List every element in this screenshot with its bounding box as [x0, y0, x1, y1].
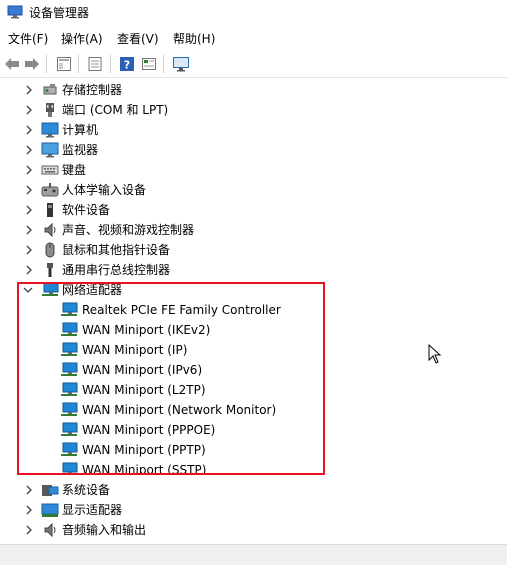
audio-icon — [44, 522, 56, 538]
tree-item-storage-controller[interactable]: 存储控制器 — [0, 80, 507, 100]
menu-file[interactable]: 文件(F) — [8, 30, 48, 47]
chevron-right-icon[interactable] — [24, 245, 34, 255]
tree-item-label: 音频输入和输出 — [62, 523, 147, 537]
tree-item-display-adapter[interactable]: 显示适配器 — [0, 500, 507, 520]
view-icon[interactable] — [86, 55, 104, 73]
window-title: 设备管理器 — [29, 6, 90, 20]
tree-item-sound[interactable]: 声音、视频和游戏控制器 — [0, 220, 507, 240]
chevron-right-icon[interactable] — [24, 185, 34, 195]
tree-item-label: 端口 (COM 和 LPT) — [62, 103, 169, 117]
tree-item-keyboard[interactable]: 键盘 — [0, 160, 507, 180]
properties-icon[interactable] — [55, 55, 73, 73]
tree-item-port[interactable]: 端口 (COM 和 LPT) — [0, 100, 507, 120]
chevron-right-icon[interactable] — [24, 485, 34, 495]
tree-item-computer[interactable]: 计算机 — [0, 120, 507, 140]
mouse-icon — [45, 242, 55, 258]
tree-item-label: 人体学输入设备 — [62, 183, 147, 197]
toolbar-separator — [163, 55, 164, 73]
chevron-right-icon[interactable] — [24, 165, 34, 175]
storage-controller-icon — [43, 84, 57, 95]
back-arrow-icon[interactable] — [3, 55, 21, 73]
help-icon[interactable]: ? — [118, 55, 136, 73]
toolbar-separator — [110, 55, 111, 73]
chevron-right-icon[interactable] — [24, 265, 34, 275]
menu-help[interactable]: 帮助(H) — [173, 30, 215, 47]
tree-item-label: 软件设备 — [62, 203, 111, 217]
monitor-icon — [41, 142, 59, 158]
menu-action[interactable]: 操作(A) — [61, 30, 103, 47]
usb-icon — [47, 263, 53, 277]
monitor-scan-icon[interactable] — [172, 55, 190, 73]
tree-item-label: 系统设备 — [62, 483, 111, 497]
chevron-right-icon[interactable] — [24, 145, 34, 155]
keyboard-icon — [41, 165, 59, 175]
port-icon — [46, 103, 54, 117]
chevron-right-icon[interactable] — [24, 205, 34, 215]
tree-item-system-device[interactable]: 系统设备 — [0, 480, 507, 500]
chevron-right-icon[interactable] — [24, 525, 34, 535]
tree-item-software-device[interactable]: 软件设备 — [0, 200, 507, 220]
tree-item-label: 声音、视频和游戏控制器 — [62, 223, 195, 237]
toolbar-separator — [46, 55, 47, 73]
chevron-right-icon[interactable] — [24, 505, 34, 515]
system-device-icon — [42, 485, 59, 496]
details-icon[interactable] — [140, 55, 158, 73]
svg-text:?: ? — [124, 59, 130, 72]
tree-item-label: 通用串行总线控制器 — [62, 263, 171, 277]
tree-item-label: 键盘 — [62, 163, 87, 177]
software-device-icon — [47, 203, 53, 217]
title-bar: 设备管理器 — [0, 0, 507, 26]
computer-icon — [41, 122, 59, 138]
status-bar — [0, 544, 507, 565]
tree-item-audio[interactable]: 音频输入和输出 — [0, 520, 507, 540]
highlight-box — [17, 282, 325, 475]
tree-item-label: 计算机 — [62, 123, 99, 137]
tree-item-usb[interactable]: 通用串行总线控制器 — [0, 260, 507, 280]
tree-item-label: 存储控制器 — [62, 83, 123, 97]
hid-icon — [41, 183, 59, 197]
forward-arrow-icon[interactable] — [23, 55, 41, 73]
tree-item-label: 监视器 — [62, 143, 99, 157]
chevron-right-icon[interactable] — [24, 105, 34, 115]
chevron-right-icon[interactable] — [24, 125, 34, 135]
tree-item-monitor[interactable]: 监视器 — [0, 140, 507, 160]
menu-view[interactable]: 查看(V) — [117, 30, 159, 47]
chevron-right-icon[interactable] — [24, 85, 34, 95]
sound-icon — [44, 222, 56, 238]
tree-item-label: 显示适配器 — [62, 503, 123, 517]
device-manager-icon — [7, 5, 23, 19]
tree-item-mouse[interactable]: 鼠标和其他指针设备 — [0, 240, 507, 260]
chevron-right-icon[interactable] — [24, 225, 34, 235]
tree-item-hid[interactable]: 人体学输入设备 — [0, 180, 507, 200]
toolbar-separator — [78, 55, 79, 73]
toolbar: ? — [0, 50, 507, 78]
mouse-cursor-icon — [428, 344, 442, 364]
menu-bar: 文件(F) 操作(A) 查看(V) 帮助(H) — [0, 27, 507, 49]
display-adapter-icon — [41, 503, 59, 517]
tree-item-label: 鼠标和其他指针设备 — [62, 243, 171, 257]
